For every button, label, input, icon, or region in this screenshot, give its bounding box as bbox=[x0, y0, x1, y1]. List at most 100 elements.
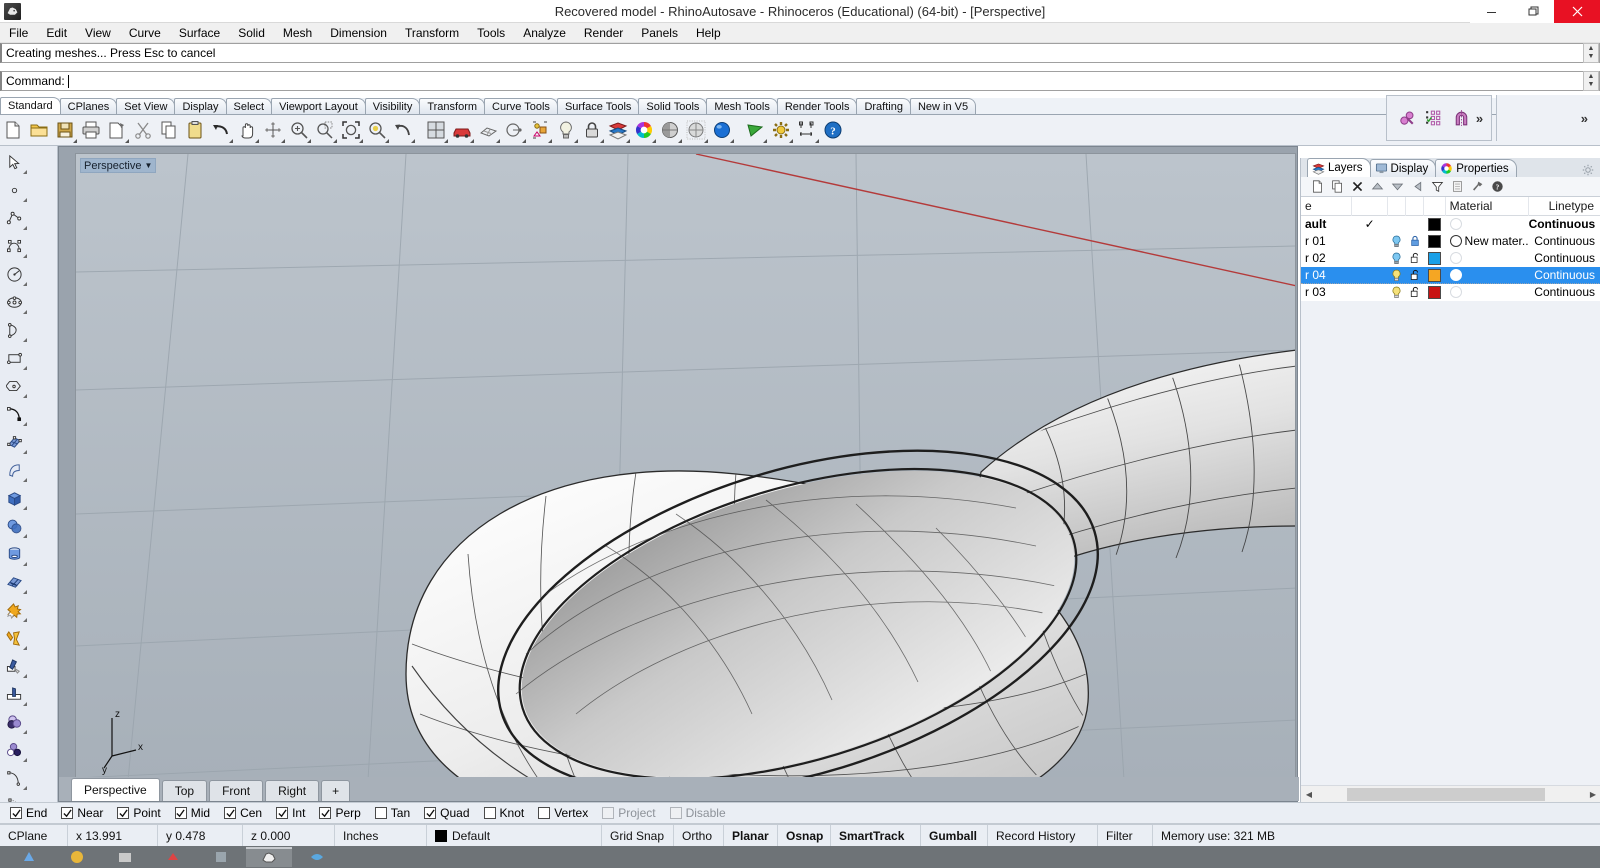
checkbox-perp[interactable] bbox=[319, 807, 331, 819]
layer-tools-button[interactable] bbox=[1468, 178, 1486, 196]
four-viewport-button[interactable] bbox=[423, 116, 449, 144]
column-header-name[interactable]: e bbox=[1301, 197, 1352, 216]
layer-lock-toggle[interactable] bbox=[1406, 250, 1424, 267]
layer-visibility-toggle[interactable] bbox=[1388, 267, 1406, 284]
layer-color-swatch[interactable] bbox=[1424, 233, 1446, 250]
osnap-cen[interactable]: Cen bbox=[224, 806, 262, 820]
status-layer[interactable]: Default bbox=[427, 825, 602, 847]
taskbar-item-3[interactable] bbox=[102, 847, 148, 867]
named-view-button[interactable] bbox=[449, 116, 475, 144]
menu-analyze[interactable]: Analyze bbox=[514, 23, 575, 43]
hscroll-thumb[interactable] bbox=[1347, 788, 1545, 801]
gumball-button[interactable] bbox=[1395, 104, 1421, 132]
close-button[interactable] bbox=[1554, 0, 1600, 23]
layer-panel-hscrollbar[interactable]: ◀ ▶ bbox=[1301, 785, 1600, 802]
toolbar-tab-viewport-layout[interactable]: Viewport Layout bbox=[271, 98, 366, 114]
layer-visibility-toggle[interactable] bbox=[1388, 233, 1406, 250]
ellipse-button[interactable] bbox=[0, 288, 29, 316]
layer-visibility-toggle[interactable] bbox=[1388, 250, 1406, 267]
checkbox-disable[interactable] bbox=[670, 807, 682, 819]
layer-material[interactable] bbox=[1446, 216, 1529, 233]
status-osnap[interactable]: Osnap bbox=[778, 825, 831, 847]
layer-visibility-toggle[interactable] bbox=[1388, 216, 1406, 233]
menu-file[interactable]: File bbox=[0, 23, 37, 43]
polyline-button[interactable] bbox=[0, 204, 29, 232]
new-file-button[interactable] bbox=[0, 116, 26, 144]
copy-to-clipboard-button[interactable] bbox=[104, 116, 130, 144]
osnap-perp[interactable]: Perp bbox=[319, 806, 360, 820]
layer-linetype[interactable]: Continuous bbox=[1529, 267, 1600, 284]
control-point-curve-button[interactable] bbox=[0, 232, 29, 260]
print-button[interactable] bbox=[78, 116, 104, 144]
viewport-tab-top[interactable]: Top bbox=[162, 780, 207, 801]
menu-solid[interactable]: Solid bbox=[229, 23, 274, 43]
layer-help-button[interactable]: ? bbox=[1488, 178, 1506, 196]
layer-current-check[interactable] bbox=[1352, 267, 1388, 284]
layer-visibility-toggle[interactable] bbox=[1388, 284, 1406, 301]
grid-array-button[interactable] bbox=[1422, 104, 1448, 132]
checkbox-int[interactable] bbox=[276, 807, 288, 819]
extrude-surface-button[interactable] bbox=[0, 456, 29, 484]
menu-view[interactable]: View bbox=[76, 23, 120, 43]
layer-material[interactable] bbox=[1446, 284, 1529, 301]
menu-help[interactable]: Help bbox=[687, 23, 730, 43]
polygon-button[interactable] bbox=[0, 372, 29, 400]
maximize-restore-button[interactable] bbox=[1512, 0, 1554, 23]
paste-button[interactable] bbox=[182, 116, 208, 144]
table-row[interactable]: r 01 New mater... Continuous bbox=[1301, 233, 1600, 250]
menu-panels[interactable]: Panels bbox=[632, 23, 687, 43]
column-header-color[interactable] bbox=[1424, 197, 1446, 216]
layer-linetype[interactable]: Continuous bbox=[1529, 216, 1600, 233]
osnap-tan[interactable]: Tan bbox=[375, 806, 410, 820]
layer-lock-toggle[interactable] bbox=[1406, 216, 1424, 233]
column-header-material[interactable]: Material bbox=[1446, 197, 1529, 216]
arc-button[interactable] bbox=[0, 316, 29, 344]
magnet-snap-button[interactable] bbox=[1449, 104, 1475, 132]
save-button[interactable] bbox=[52, 116, 78, 144]
pan-hand-button[interactable] bbox=[234, 116, 260, 144]
minimize-button[interactable] bbox=[1470, 0, 1512, 23]
copy-button[interactable] bbox=[156, 116, 182, 144]
dimension-button[interactable] bbox=[794, 116, 820, 144]
osnap-end[interactable]: End bbox=[10, 806, 47, 820]
layer-current-check[interactable] bbox=[1352, 233, 1388, 250]
viewport-tab-right[interactable]: Right bbox=[265, 780, 319, 801]
status-filter[interactable]: Filter bbox=[1098, 825, 1153, 847]
checkbox-project[interactable] bbox=[602, 807, 614, 819]
cut-button[interactable] bbox=[130, 116, 156, 144]
undo-button[interactable] bbox=[208, 116, 234, 144]
osnap-quad[interactable]: Quad bbox=[424, 806, 469, 820]
layer-linetype[interactable]: Continuous bbox=[1529, 284, 1600, 301]
explode-button[interactable] bbox=[0, 596, 29, 624]
menu-curve[interactable]: Curve bbox=[120, 23, 170, 43]
perspective-viewport[interactable]: z x y Perspective ▼ bbox=[75, 153, 1296, 779]
checkbox-near[interactable] bbox=[61, 807, 73, 819]
table-row[interactable]: r 03 Continuous bbox=[1301, 284, 1600, 301]
layer-color-swatch[interactable] bbox=[1424, 284, 1446, 301]
status-units[interactable]: Inches bbox=[335, 825, 427, 847]
chevron-left-icon[interactable]: ◀ bbox=[1301, 787, 1317, 802]
layer-material[interactable] bbox=[1446, 267, 1529, 284]
toolbar-tab-curve-tools[interactable]: Curve Tools bbox=[484, 98, 558, 114]
menu-transform[interactable]: Transform bbox=[396, 23, 468, 43]
duplicate-layer-button[interactable] bbox=[1328, 178, 1346, 196]
toolbar-tab-render-tools[interactable]: Render Tools bbox=[777, 98, 858, 114]
panel-tab-display[interactable]: Display bbox=[1370, 159, 1437, 177]
boolean-difference-button[interactable] bbox=[0, 708, 29, 736]
toolbar-tab-standard[interactable]: Standard bbox=[0, 97, 61, 114]
surface-from-points-button[interactable] bbox=[0, 428, 29, 456]
cylinder-solid-button[interactable] bbox=[0, 540, 29, 568]
color-wheel-button[interactable] bbox=[631, 116, 657, 144]
toolbar-tab-set-view[interactable]: Set View bbox=[116, 98, 175, 114]
open-folder-button[interactable] bbox=[26, 116, 52, 144]
toolbar-tab-display[interactable]: Display bbox=[174, 98, 226, 114]
boolean-union-button[interactable] bbox=[0, 512, 29, 540]
command-history[interactable]: Creating meshes... Press Esc to cancel ▲… bbox=[0, 43, 1600, 63]
layer-color-swatch[interactable] bbox=[1424, 267, 1446, 284]
menu-mesh[interactable]: Mesh bbox=[274, 23, 321, 43]
hscroll-track[interactable] bbox=[1317, 787, 1585, 802]
boolean-intersection-button[interactable] bbox=[0, 736, 29, 764]
taskbar-item-5[interactable] bbox=[198, 847, 244, 867]
layer-lock-toggle[interactable] bbox=[1406, 233, 1424, 250]
render-settings-button[interactable] bbox=[768, 116, 794, 144]
